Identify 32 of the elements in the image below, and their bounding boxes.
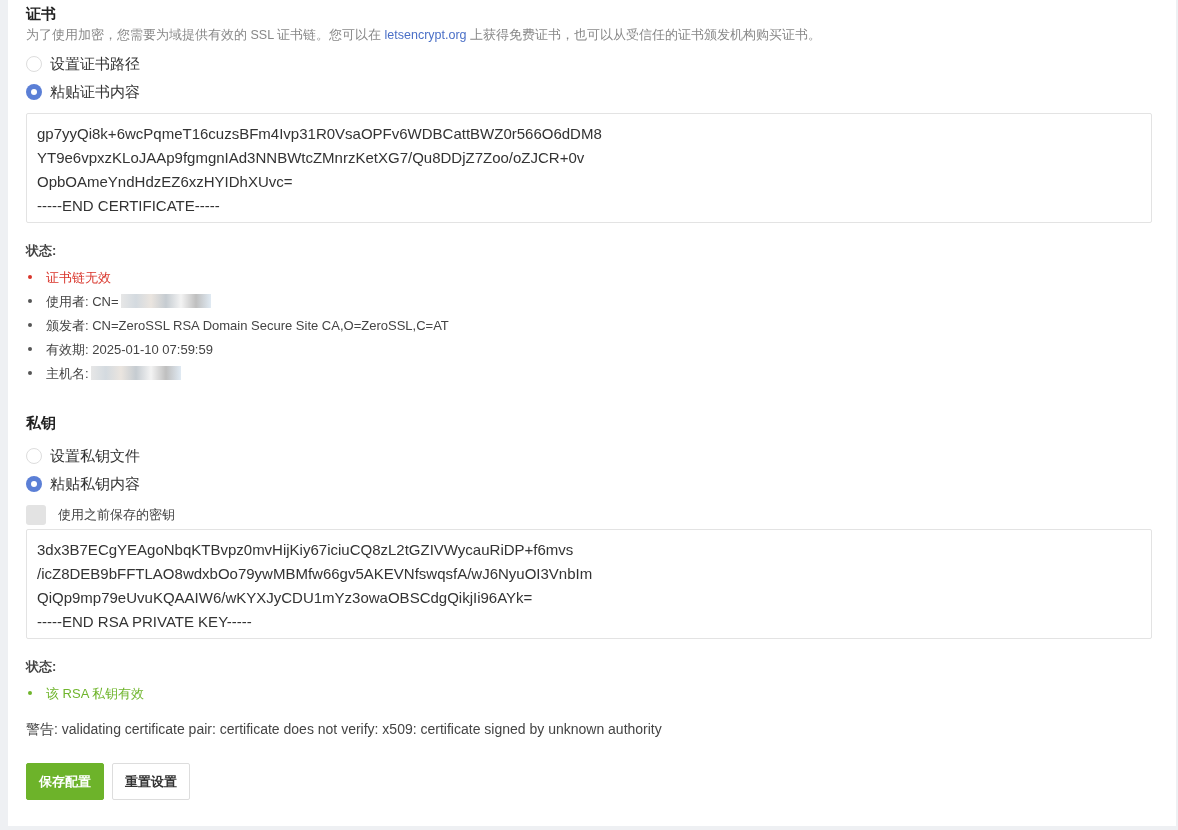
status-text: 主机名: <box>46 364 89 383</box>
button[interactable]: 重置设置 <box>112 763 190 801</box>
radio-button[interactable] <box>26 476 42 493</box>
bullet-icon <box>28 299 32 304</box>
bullet-icon <box>28 275 32 280</box>
warning-text: 警告: validating certificate pair: certificate does not verify: x509: certificate signed by unknown authority <box>26 720 663 740</box>
status-text: 证书链无效 <box>46 268 111 287</box>
checkbox-option[interactable]: 使用之前保存的密钥 <box>26 503 1152 526</box>
radio-button[interactable] <box>26 56 42 73</box>
radio-option[interactable]: 设置证书路径 <box>26 53 1152 75</box>
private-key-textarea[interactable]: 3dx3B7ECgYEAgoNbqKTBvpz0mvHijKiy67iciuCQ8zL2tGZIVWycauRiDP+f6mvs /icZ8DEB9bFFTLAO8wdxbOo79ywMBMfw66gv5AKEVNfswqsfA/wJ6NyuOI3VnbIm QiQp9mp79eUvuKQAAIW6/wKYXJyCDU1mYz3owaOBSCdgQikjIi96AYk= -----END RSA PRIVATE KEY----- <box>26 528 1152 639</box>
status-label: 状态: <box>26 657 58 676</box>
bullet-icon <box>28 691 32 696</box>
checkbox[interactable] <box>26 504 46 525</box>
radio-option[interactable]: 粘贴证书内容 <box>26 81 1152 103</box>
status-text: 颁发者: CN=ZeroSSL RSA Domain Secure Site CA,O=ZeroSSL,C=AT <box>46 316 449 335</box>
status-label: 状态: <box>26 241 58 260</box>
bullet-icon <box>28 371 32 376</box>
status-text: 使用者: CN= <box>46 292 119 311</box>
bullet-icon <box>28 347 32 352</box>
status-text: 有效期: 2025-01-10 07:59:59 <box>46 340 213 359</box>
radio-button[interactable] <box>26 448 42 465</box>
radio-option[interactable]: 设置私钥文件 <box>26 445 1152 467</box>
bullet-icon <box>28 323 32 328</box>
section-description: 为了使用加密，您需要为域提供有效的 SSL 证书链。您可以在 letsencrypt.org 上获得免费证书，也可以从受信任的证书颁发机构购买证书。 <box>26 27 823 44</box>
radio-option[interactable]: 粘贴私钥内容 <box>26 473 1152 495</box>
section-title: 证书 <box>26 4 57 23</box>
radio-button[interactable] <box>26 84 42 101</box>
status-text: 该 RSA 私钥有效 <box>46 684 145 703</box>
section-title: 私钥 <box>26 413 57 434</box>
link[interactable]: letsencrypt.org <box>384 28 467 42</box>
certificate-textarea[interactable]: gp7yyQi8k+6wcPqmeT16cuzsBFm4Ivp31R0VsaOPFv6WDBCattBWZ0r566O6dDM8 YT9e6vpxzKLoJAAp9fgmgnIAd3NNBWtcZMnrzKetXG7/Qu8DDjZ7Zoo/oZJCR+0v OpbOAmeYndHdzEZ6xzHYIDhXUvc= -----END CERTIFICATE----- <box>26 112 1152 223</box>
